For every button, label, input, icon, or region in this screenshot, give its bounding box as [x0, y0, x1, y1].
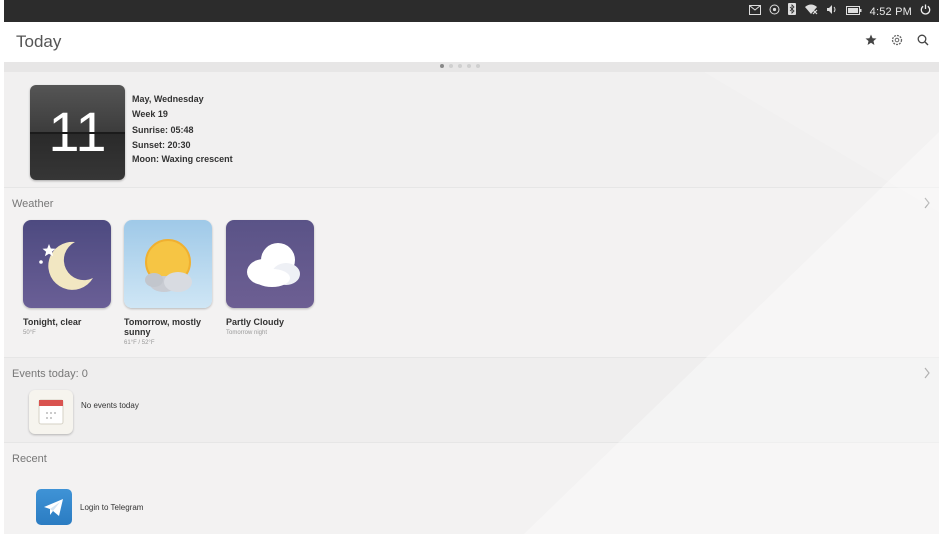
pager-dot[interactable]: [449, 64, 453, 68]
weather-section: Weather Tonight, clear 50°F Tomorrow, mo…: [4, 187, 939, 358]
chevron-right-icon[interactable]: [923, 196, 931, 212]
weather-item: Tomorrow, mostly sunny 61°F / 52°F: [124, 317, 220, 348]
weather-label: Tonight, clear: [23, 317, 82, 327]
weather-item: Tonight, clear 50°F: [23, 317, 119, 338]
cloud-icon: [247, 243, 300, 287]
weather-tile-tomorrow[interactable]: [124, 220, 212, 308]
weather-label: Tomorrow, mostly sunny: [124, 317, 202, 337]
week-number: Week 19: [132, 108, 168, 119]
events-section: Events today: 0 No events today: [4, 357, 939, 443]
mail-icon[interactable]: [748, 4, 761, 20]
date-section: 11 May, Wednesday Week 19 Sunrise: 05:48…: [4, 72, 939, 187]
moon-icon: [39, 241, 93, 290]
network-icon[interactable]: [804, 4, 818, 20]
weather-item: Partly Cloudy Tomorrow night: [226, 317, 322, 338]
moon-text: Moon: Waxing crescent: [132, 154, 233, 164]
volume-icon[interactable]: [826, 4, 838, 20]
recent-section: Recent Login to Telegram: [4, 442, 939, 534]
system-status-bar: 4:52 PM: [4, 0, 939, 22]
scope-pager: [4, 62, 939, 72]
recent-title: Recent: [12, 453, 47, 465]
settings-icon[interactable]: [891, 34, 903, 49]
weather-sub: Tomorrow night: [226, 330, 268, 336]
weather-title: Weather: [12, 198, 54, 210]
pager-dot[interactable]: [476, 64, 480, 68]
sunset-text: Sunset: 20:30: [132, 139, 191, 150]
star-icon[interactable]: [865, 34, 877, 49]
weather-tile-partly-cloudy[interactable]: [226, 220, 314, 308]
bluetooth-icon[interactable]: [787, 3, 796, 20]
calendar-day-tile[interactable]: 11: [30, 85, 125, 180]
pager-dot[interactable]: [440, 64, 444, 68]
pager-dot[interactable]: [458, 64, 462, 68]
page-title: Today: [16, 32, 62, 51]
weather-tile-tonight[interactable]: [23, 220, 111, 308]
weather-sub: 50°F: [23, 330, 36, 336]
search-icon[interactable]: [917, 34, 929, 49]
scope-content[interactable]: 11 May, Wednesday Week 19 Sunrise: 05:48…: [4, 72, 939, 534]
events-title: Events today: 0: [12, 368, 88, 380]
no-events-text: No events today: [81, 401, 139, 410]
battery-icon[interactable]: [845, 4, 862, 20]
month-weekday: May, Wednesday: [132, 94, 204, 104]
chevron-right-icon[interactable]: [923, 366, 931, 382]
pager-dot[interactable]: [467, 64, 471, 68]
app-header: Today: [4, 22, 939, 63]
sun-cloud-icon: [145, 239, 192, 292]
recent-item-label[interactable]: Login to Telegram: [80, 503, 143, 512]
flip-divider: [30, 132, 125, 134]
location-icon[interactable]: [769, 4, 780, 20]
clock-time[interactable]: 4:52 PM: [870, 4, 912, 20]
calendar-icon[interactable]: [29, 390, 73, 434]
weather-label: Partly Cloudy: [226, 317, 285, 327]
sunrise-text: Sunrise: 05:48: [132, 125, 194, 135]
weather-sub: 61°F / 52°F: [124, 340, 155, 346]
date-details: May, Wednesday Week 19 Sunrise: 05:48 Su…: [132, 92, 233, 167]
power-icon[interactable]: [920, 4, 931, 20]
app-window: 4:52 PM Today 11 May, Wednesday Week 19 …: [4, 0, 939, 534]
telegram-icon[interactable]: [36, 489, 72, 525]
